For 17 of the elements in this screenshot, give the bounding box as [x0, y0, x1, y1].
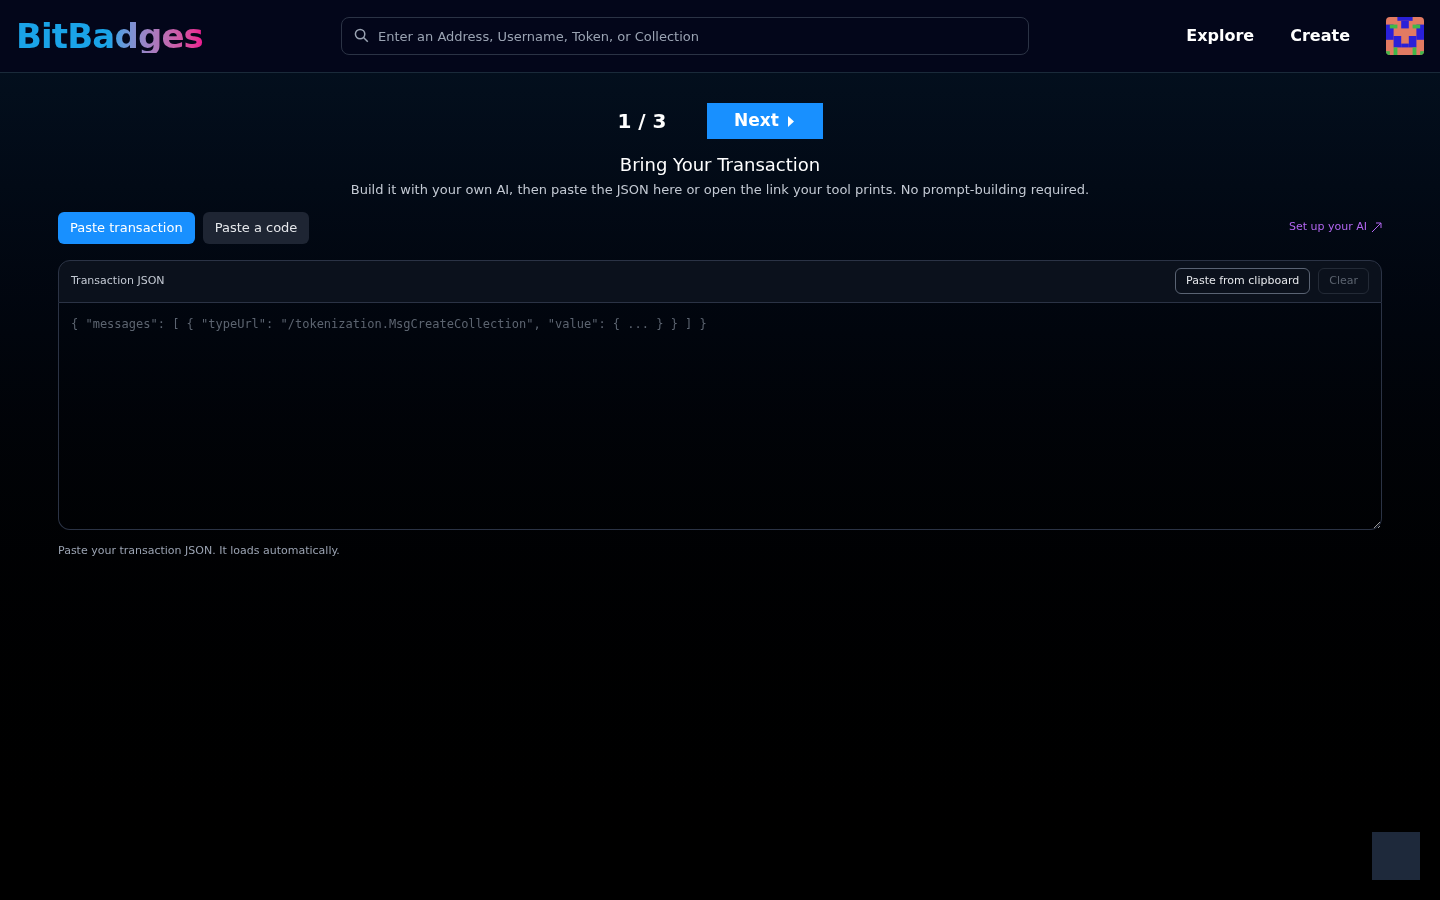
nav-link[interactable]: Create: [1290, 24, 1350, 48]
setup-ai-link[interactable]: Set up your AI: [1289, 219, 1382, 236]
editor-label: Transaction JSON: [71, 272, 165, 289]
caret-icon: [786, 115, 795, 127]
helper-text: Paste your transaction JSON. It loads automatically.: [58, 542, 341, 559]
avatar-icon[interactable]: [1386, 17, 1424, 55]
logo[interactable]: BitBadges: [16, 19, 203, 53]
step-counter: 1 / 3: [617, 108, 667, 135]
search-field[interactable]: Enter an Address, Username, Token, or Collection: [341, 17, 1029, 55]
external-link-icon: [1371, 222, 1382, 233]
editor-button[interactable]: Paste from clipboard: [1175, 268, 1311, 294]
nav-link[interactable]: Explore: [1186, 24, 1255, 48]
tab[interactable]: Paste a code: [202, 211, 310, 244]
search-icon: [354, 28, 369, 43]
page-title: Bring Your Transaction: [618, 153, 822, 177]
json-input[interactable]: { "messages": [ { "typeUrl": "/tokenization.MsgCreateCollection", "value": { ... } } ] }: [58, 302, 1382, 530]
page-subtitle: Build it with your own AI, then paste the JSON here or open the link your tool prints. No prompt-building required.: [349, 181, 1091, 199]
